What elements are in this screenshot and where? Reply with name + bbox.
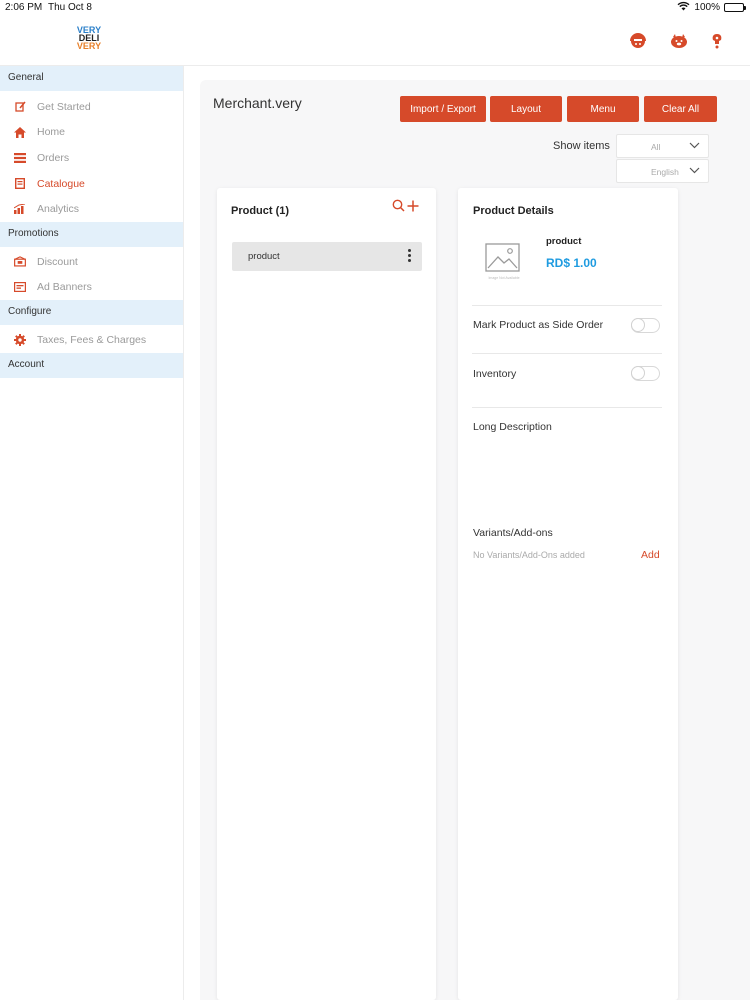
status-bar: 2:06 PM Thu Oct 8 100%: [0, 0, 750, 16]
status-date: Thu Oct 8: [48, 2, 92, 13]
main-content: Merchant.very Import / Export Layout Men…: [200, 80, 750, 1000]
side-order-toggle[interactable]: [631, 318, 660, 333]
app-logo[interactable]: VERY DELI VERY: [76, 26, 102, 56]
section-configure: Configure: [0, 300, 183, 326]
list-item[interactable]: product: [232, 242, 422, 271]
section-general: General: [0, 66, 183, 91]
sidebar-item-analytics[interactable]: Analytics: [0, 196, 183, 222]
product-image-placeholder[interactable]: Image Not Available: [480, 238, 526, 282]
inventory-label: Inventory: [473, 368, 517, 380]
analytics-icon: [14, 203, 26, 215]
clear-all-button[interactable]: Clear All: [644, 96, 717, 122]
menu-button[interactable]: Menu: [567, 96, 639, 122]
show-items-label: Show items: [553, 140, 610, 152]
layout-button[interactable]: Layout: [490, 96, 562, 122]
details-title: Product Details: [473, 205, 554, 217]
inventory-toggle[interactable]: [631, 366, 660, 381]
more-options-icon[interactable]: [408, 249, 412, 263]
product-details-panel: Product Details Image Not Available prod…: [458, 188, 678, 1000]
status-right: 100%: [677, 1, 746, 14]
search-icon[interactable]: [392, 199, 405, 217]
long-description-label: Long Description: [473, 421, 552, 433]
language-select[interactable]: English: [616, 159, 709, 183]
section-promotions: Promotions: [0, 221, 183, 247]
variants-empty-text: No Variants/Add-Ons added: [473, 550, 585, 560]
chevron-down-icon: [689, 166, 700, 176]
sidebar-item-home[interactable]: Home: [0, 120, 183, 146]
banner-icon: [14, 281, 26, 293]
status-time: 2:06 PM: [5, 2, 43, 13]
add-product-icon[interactable]: [407, 199, 419, 217]
sidebar-item-ad-banners[interactable]: Ad Banners: [0, 275, 183, 301]
sidebar-item-orders[interactable]: Orders: [0, 145, 183, 171]
chevron-down-icon: [689, 141, 700, 151]
product-panel: Product (1) product: [217, 188, 436, 1000]
divider: [472, 407, 662, 408]
divider: [472, 305, 662, 306]
battery-icon: [724, 3, 746, 12]
product-panel-title: Product (1): [231, 205, 290, 217]
show-items-select[interactable]: All: [616, 134, 709, 158]
wifi-icon: [677, 1, 690, 14]
notification-icon[interactable]: [707, 31, 727, 51]
sidebar-item-discount[interactable]: Discount: [0, 249, 183, 275]
edit-icon: [14, 101, 26, 113]
sidebar-item-catalogue[interactable]: Catalogue: [0, 171, 183, 197]
battery-percent: 100%: [694, 2, 720, 13]
sidebar: General Get Started Home Orders Catalogu…: [0, 66, 184, 1000]
side-order-label: Mark Product as Side Order: [473, 319, 604, 331]
add-variant-link[interactable]: Add: [641, 549, 660, 561]
image-caption: Image Not Available: [488, 276, 520, 280]
home-icon: [14, 126, 26, 138]
import-export-button[interactable]: Import / Export: [400, 96, 486, 122]
section-account[interactable]: Account: [0, 352, 183, 378]
app-header: VERY DELI VERY: [0, 16, 750, 66]
details-product-name: product: [546, 236, 582, 247]
catalogue-icon: [14, 178, 26, 190]
support-agent-icon[interactable]: [628, 31, 648, 51]
variants-label: Variants/Add-ons: [473, 527, 553, 539]
divider: [472, 353, 662, 354]
discount-icon: [14, 256, 26, 268]
orders-icon: [14, 152, 26, 164]
product-name: product: [248, 251, 280, 262]
merchant-name: Merchant.very: [213, 95, 302, 111]
pig-icon[interactable]: [669, 31, 689, 51]
sidebar-item-get-started[interactable]: Get Started: [0, 94, 183, 120]
settings-gear-icon: [14, 333, 26, 346]
details-price: RD$ 1.00: [546, 256, 597, 270]
sidebar-item-taxes[interactable]: Taxes, Fees & Charges: [0, 327, 183, 353]
